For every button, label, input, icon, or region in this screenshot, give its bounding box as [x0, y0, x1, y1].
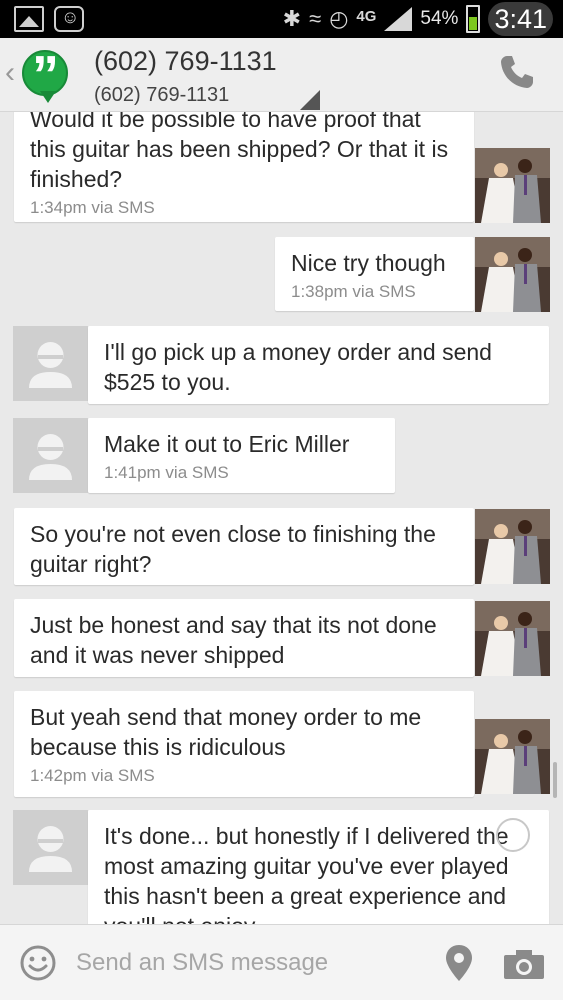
- signal-icon: [384, 7, 413, 31]
- contact-avatar[interactable]: [13, 326, 88, 401]
- phone-icon: [501, 56, 533, 88]
- emoji-icon[interactable]: [20, 945, 56, 981]
- bluetooth-icon: ✱: [282, 6, 302, 31]
- message-text: Make it out to Eric Miller: [104, 431, 350, 457]
- message-text: So you're not even close to finishing th…: [30, 521, 436, 577]
- contact-subtitle[interactable]: (602) 769-1131: [94, 84, 229, 107]
- photo-image: [475, 148, 550, 223]
- message-bubble[interactable]: Would it be possible to have proof that …: [14, 112, 474, 222]
- message-text: I'll go pick up a money order and send $…: [104, 339, 492, 395]
- message-text: It's done... but honestly if I delivered…: [104, 823, 509, 924]
- battery-icon: [466, 5, 481, 33]
- gallery-icon: [14, 6, 44, 32]
- my-avatar[interactable]: [475, 601, 550, 676]
- message-bubble[interactable]: Just be honest and say that its not done…: [14, 599, 474, 677]
- loading-spinner-icon: [496, 818, 530, 852]
- message-bubble[interactable]: It's done... but honestly if I delivered…: [88, 810, 549, 924]
- location-pin-icon[interactable]: [444, 943, 474, 983]
- clock: 3:41: [488, 2, 553, 36]
- hangout-notification-icon: [54, 6, 84, 32]
- message-bubble[interactable]: Nice try though 1:38pm via SMS: [275, 237, 474, 311]
- message-bubble[interactable]: So you're not even close to finishing th…: [14, 508, 474, 585]
- photo-image: [475, 509, 550, 584]
- message-timestamp: 1:42pm via SMS: [30, 766, 155, 785]
- person-icon: [13, 810, 88, 885]
- call-button[interactable]: [497, 52, 541, 96]
- message-timestamp: 1:38pm via SMS: [291, 282, 416, 301]
- photo-image: [475, 601, 550, 676]
- message-bubble[interactable]: I'll go pick up a money order and send $…: [88, 326, 549, 404]
- message-list[interactable]: Would it be possible to have proof that …: [0, 112, 563, 924]
- message-timestamp: 1:34pm via SMS: [30, 198, 155, 217]
- contact-title: (602) 769-1131: [94, 46, 277, 76]
- battery-percent: 54%: [420, 8, 459, 29]
- sms-message-input[interactable]: [76, 945, 416, 981]
- message-bubble[interactable]: But yeah send that money order to me bec…: [14, 691, 474, 797]
- message-timestamp: 1:41pm via SMS: [104, 463, 229, 482]
- person-icon: [13, 418, 88, 493]
- photo-image: [475, 719, 550, 794]
- conversation-header: ‹ (602) 769-1131 (602) 769-1131: [0, 38, 563, 112]
- message-text: Nice try though: [291, 250, 446, 276]
- lte-icon: 4G: [356, 7, 377, 25]
- person-icon: [13, 326, 88, 401]
- status-bar: ✱ ≈ ◴ 4G 54% 3:41: [0, 0, 563, 38]
- photo-image: [475, 237, 550, 312]
- vibrate-icon: ≈: [309, 6, 322, 31]
- message-text: Just be honest and say that its not done…: [30, 612, 437, 668]
- contact-avatar[interactable]: [13, 418, 88, 493]
- message-text: Would it be possible to have proof that …: [30, 112, 449, 192]
- compose-bar: [0, 924, 563, 1000]
- contact-avatar[interactable]: [13, 810, 88, 885]
- alarm-icon: ◴: [329, 6, 349, 31]
- my-avatar[interactable]: [475, 148, 550, 223]
- back-chevron-icon[interactable]: ‹: [5, 56, 15, 90]
- hangouts-logo-icon[interactable]: [22, 44, 68, 106]
- my-avatar[interactable]: [475, 509, 550, 584]
- my-avatar[interactable]: [475, 237, 550, 312]
- my-avatar[interactable]: [475, 719, 550, 794]
- message-text: But yeah send that money order to me bec…: [30, 704, 422, 760]
- camera-icon[interactable]: [502, 947, 546, 981]
- scrollbar[interactable]: [553, 762, 557, 798]
- message-bubble[interactable]: Make it out to Eric Miller 1:41pm via SM…: [88, 418, 395, 493]
- dropdown-corner-icon[interactable]: [300, 90, 320, 110]
